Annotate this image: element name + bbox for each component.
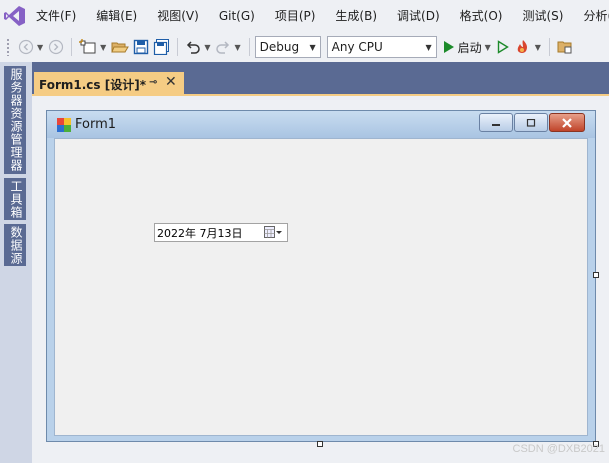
solution-configuration-select[interactable]: Debug ▼ — [254, 36, 321, 58]
document-tab-well: Form1.cs [设计]* ⊸ ✕ — [32, 62, 609, 96]
undo-dropdown-icon[interactable]: ▼ — [204, 43, 210, 52]
menu-analyze[interactable]: 分析(N — [573, 0, 609, 32]
toolbox-label[interactable]: 工具箱 — [6, 180, 26, 219]
start-label: 启动 — [457, 40, 482, 55]
date-time-picker[interactable]: 2022年 7月13日 — [154, 223, 288, 242]
toolbar-separator — [548, 38, 550, 56]
save-all-icon[interactable] — [151, 36, 172, 58]
solution-platform-select[interactable]: Any CPU ▼ — [326, 36, 437, 58]
navigate-back-icon[interactable] — [16, 36, 36, 58]
tab-title: Form1.cs [设计]* — [39, 77, 146, 92]
chevron-down-icon: ▼ — [309, 43, 316, 52]
hot-reload-icon[interactable] — [512, 36, 534, 58]
open-folder-icon[interactable] — [109, 36, 131, 58]
standard-toolbar: ▼ ▼ ▼ ▼ Debug ▼ Any CPU ▼ 启动 ▼ ▼ — [0, 32, 609, 62]
designer-surface: Form1 2022年 7月13日 CSDN @DXB2021 — [32, 96, 609, 463]
save-icon[interactable] — [131, 36, 151, 58]
menu-view[interactable]: 视图(V) — [147, 0, 209, 32]
menu-debug[interactable]: 调试(D) — [387, 0, 450, 32]
toolbar-grip[interactable] — [6, 38, 10, 56]
configuration-value: Debug — [259, 40, 300, 54]
menu-bar: 文件(F) 编辑(E) 视图(V) Git(G) 项目(P) 生成(B) 调试(… — [0, 0, 609, 32]
menu-git[interactable]: Git(G) — [209, 0, 265, 32]
toolbar-separator — [248, 38, 250, 56]
form-app-icon — [57, 117, 71, 132]
new-dropdown-icon[interactable]: ▼ — [100, 43, 106, 52]
resize-handle-right[interactable] — [593, 272, 599, 278]
toolbar-separator — [71, 38, 73, 56]
minimize-button[interactable] — [479, 113, 513, 132]
close-icon — [562, 117, 572, 128]
toolbar-separator — [177, 38, 179, 56]
maximize-button[interactable] — [514, 113, 548, 132]
redo-dropdown-icon[interactable]: ▼ — [234, 43, 240, 52]
data-sources-label[interactable]: 数据源 — [6, 226, 26, 265]
menu-project[interactable]: 项目(P) — [265, 0, 326, 32]
start-without-debugging-icon[interactable] — [494, 36, 512, 58]
platform-value: Any CPU — [331, 40, 383, 54]
back-dropdown-icon[interactable]: ▼ — [37, 43, 43, 52]
pin-icon[interactable]: ⊸ — [149, 77, 157, 88]
maximize-icon — [526, 118, 536, 127]
start-dropdown-icon[interactable]: ▼ — [485, 43, 491, 52]
navigate-forward-icon[interactable] — [46, 36, 66, 58]
left-tool-strip: 服务器资源管理器 工具箱 数据源 — [0, 62, 32, 463]
close-icon[interactable]: ✕ — [165, 74, 177, 90]
new-project-icon[interactable] — [77, 36, 99, 58]
resize-handle-bottom[interactable] — [317, 441, 323, 447]
form-title: Form1 — [75, 117, 117, 132]
form-window[interactable]: Form1 2022年 7月13日 — [46, 110, 596, 442]
chevron-down-icon: ▼ — [425, 43, 432, 52]
watermark: CSDN @DXB2021 — [512, 443, 605, 455]
form-client-area[interactable]: 2022年 7月13日 — [54, 138, 588, 436]
server-explorer-label[interactable]: 服务器资源管理器 — [6, 68, 26, 172]
menu-build[interactable]: 生成(B) — [325, 0, 387, 32]
tab-form1-designer[interactable]: Form1.cs [设计]* ⊸ ✕ — [34, 72, 184, 96]
menu-edit[interactable]: 编辑(E) — [86, 0, 147, 32]
calendar-dropdown-icon[interactable] — [264, 226, 282, 238]
play-icon — [443, 41, 454, 53]
hot-reload-dropdown-icon[interactable]: ▼ — [535, 43, 541, 52]
visual-studio-logo-icon[interactable] — [4, 0, 26, 32]
folder-settings-icon[interactable] — [555, 36, 575, 58]
date-time-picker-value: 2022年 7月13日 — [157, 226, 243, 240]
menu-file[interactable]: 文件(F) — [26, 0, 86, 32]
undo-icon[interactable] — [183, 36, 203, 58]
close-button[interactable] — [549, 113, 585, 132]
menu-test[interactable]: 测试(S) — [512, 0, 573, 32]
minimize-icon — [492, 123, 500, 126]
menu-format[interactable]: 格式(O) — [450, 0, 513, 32]
start-button[interactable]: 启动 — [443, 36, 484, 58]
redo-icon[interactable] — [213, 36, 233, 58]
